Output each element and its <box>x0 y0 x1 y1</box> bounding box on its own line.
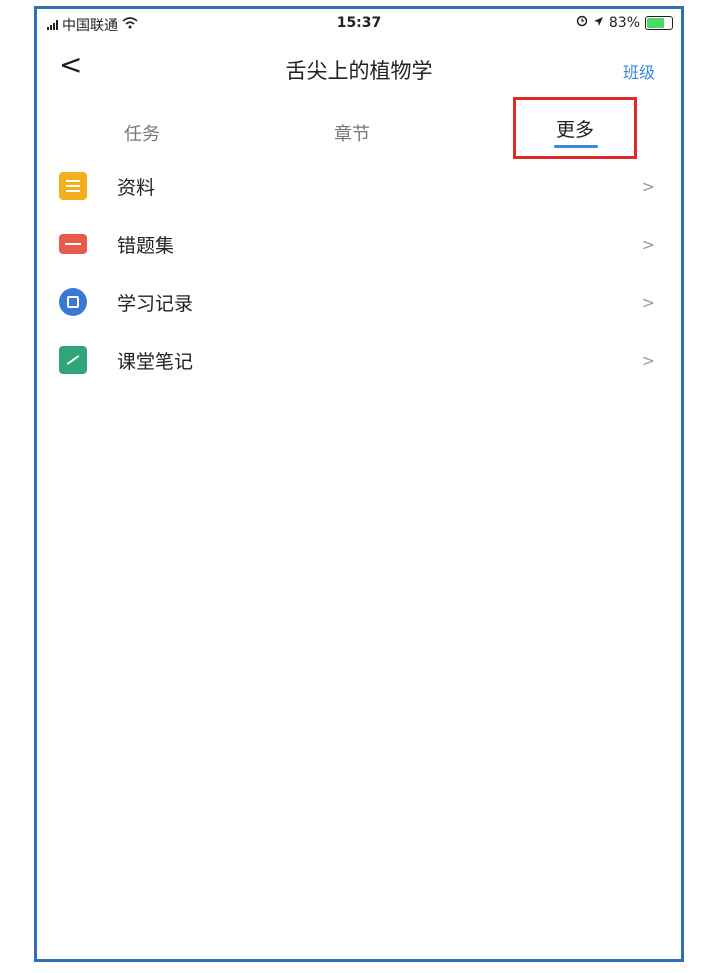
error-set-icon <box>59 234 87 254</box>
list-item-class-notes[interactable]: 课堂笔记 > <box>37 331 681 389</box>
chevron-right-icon: > <box>641 176 655 196</box>
location-icon <box>593 15 604 31</box>
battery-percent: 83% <box>608 15 640 31</box>
status-bar: 中国联通 15:37 83% <box>37 9 681 39</box>
chevron-right-icon: > <box>641 292 655 312</box>
document-icon <box>59 172 87 200</box>
more-menu-list: 资料 > 错题集 > 学习记录 > 课堂笔记 > <box>37 157 681 389</box>
battery-icon <box>645 16 673 30</box>
class-notes-icon <box>59 346 87 374</box>
tab-more-label: 更多 <box>555 118 594 141</box>
tab-more[interactable]: 更多 <box>513 97 637 159</box>
list-item-label: 学习记录 <box>117 292 194 315</box>
tab-tasks[interactable]: 任务 <box>97 105 187 161</box>
navigation-bar: < 舌尖上的植物学 班级 <box>37 43 681 93</box>
tab-chapters[interactable]: 章节 <box>307 105 397 161</box>
page-title: 舌尖上的植物学 <box>285 59 433 83</box>
list-item-error-set[interactable]: 错题集 > <box>37 215 681 273</box>
chevron-right-icon: > <box>641 350 655 370</box>
list-item-materials[interactable]: 资料 > <box>37 157 681 215</box>
chevron-right-icon: > <box>641 234 655 254</box>
status-right: 83% <box>576 15 673 31</box>
class-button[interactable]: 班级 <box>623 59 655 83</box>
tab-bar: 任务 章节 更多 <box>37 97 681 161</box>
list-item-label: 资料 <box>117 176 156 199</box>
app-screen: 中国联通 15:37 83% < 舌尖上的植物学 班级 任务 章节 更多 资料 … <box>34 6 684 962</box>
alarm-icon <box>576 15 588 31</box>
study-record-icon <box>59 288 87 316</box>
list-item-label: 课堂笔记 <box>117 350 194 373</box>
list-item-label: 错题集 <box>117 234 175 257</box>
list-item-study-record[interactable]: 学习记录 > <box>37 273 681 331</box>
tab-active-indicator <box>554 145 598 148</box>
